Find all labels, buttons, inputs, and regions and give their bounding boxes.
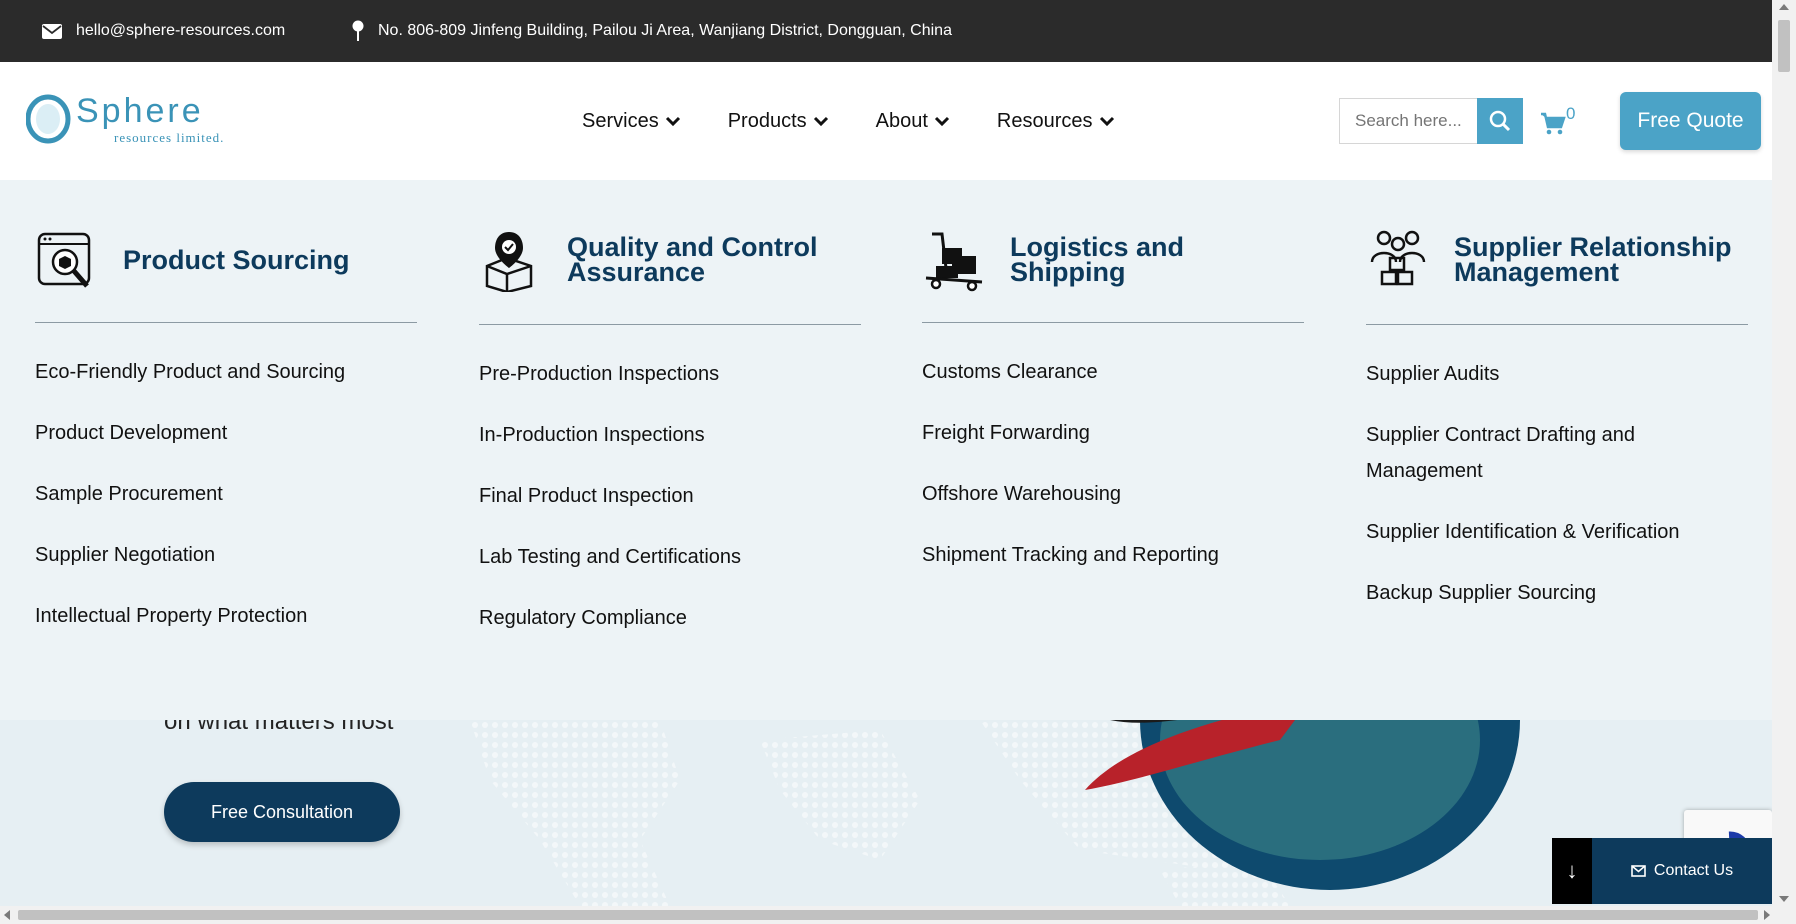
- chevron-down-icon: [1099, 116, 1114, 127]
- chevron-down-icon: [934, 116, 949, 127]
- column-title: Product Sourcing: [123, 244, 350, 275]
- column-header[interactable]: Logistics and Shipping: [922, 228, 1304, 318]
- divider: [922, 322, 1304, 323]
- nav-about[interactable]: About: [876, 110, 950, 133]
- menu-link[interactable]: Intellectual Property Protection: [35, 598, 417, 634]
- scroll-up-arrow[interactable]: [1779, 4, 1789, 10]
- menu-link[interactable]: Lab Testing and Certifications: [479, 539, 861, 575]
- site-header: Sphere resources limited. Services Produ…: [0, 62, 1772, 180]
- nav-label: About: [875, 109, 928, 132]
- free-quote-button[interactable]: Free Quote: [1620, 92, 1761, 150]
- column-header[interactable]: Supplier Relationship Management: [1366, 228, 1748, 318]
- scroll-thumb[interactable]: [1778, 20, 1790, 72]
- divider: [1366, 324, 1748, 325]
- sphere-logo-icon: [26, 94, 71, 144]
- column-title: Quality and Control Assurance: [567, 232, 818, 287]
- contact-us-label: Contact Us: [1653, 862, 1734, 879]
- services-mega-menu: Product Sourcing Eco-Friendly Product an…: [0, 180, 1772, 720]
- column-title: Logistics and Shipping: [1010, 232, 1185, 287]
- cart-count: 0: [1566, 104, 1576, 123]
- scroll-left-arrow[interactable]: [4, 910, 10, 920]
- menu-link[interactable]: In-Production Inspections: [479, 417, 861, 453]
- nav-products[interactable]: Products: [728, 110, 829, 133]
- logistics-icon: [925, 232, 983, 292]
- contact-us-button[interactable]: Contact Us: [1592, 838, 1772, 904]
- chevron-down-icon: [665, 116, 680, 127]
- nav-services[interactable]: Services: [582, 110, 681, 133]
- supplier-relationship-icon: [1370, 230, 1426, 286]
- column-title: Supplier Relationship Management: [1454, 232, 1732, 287]
- logo[interactable]: Sphere resources limited.: [26, 92, 226, 152]
- scroll-thumb[interactable]: [18, 910, 1758, 920]
- hero-subtitle-text: on what matters most: [164, 720, 394, 734]
- envelope-icon: [42, 23, 62, 39]
- menu-link[interactable]: Supplier Negotiation: [35, 537, 417, 573]
- menu-link[interactable]: Final Product Inspection: [479, 478, 861, 514]
- topbar-email[interactable]: hello@sphere-resources.com: [42, 0, 285, 62]
- menu-link[interactable]: Backup Supplier Sourcing: [1366, 575, 1748, 611]
- contact-widget[interactable]: ↓ Contact Us: [1552, 838, 1772, 904]
- column-links: Eco-Friendly Product and Sourcing Produc…: [35, 354, 417, 659]
- top-bar: hello@sphere-resources.com No. 806-809 J…: [0, 0, 1772, 62]
- search-input[interactable]: [1355, 111, 1475, 131]
- menu-link[interactable]: Pre-Production Inspections: [479, 356, 861, 392]
- menu-link[interactable]: Customs Clearance: [922, 354, 1304, 390]
- column-links: Supplier Audits Supplier Contract Drafti…: [1366, 356, 1748, 636]
- ship-image: [1085, 720, 1520, 890]
- logo-word: Sphere: [76, 92, 204, 130]
- menu-link[interactable]: Sample Procurement: [35, 476, 417, 512]
- menu-link[interactable]: Supplier Contract Drafting and Managemen…: [1366, 417, 1686, 489]
- menu-link[interactable]: Offshore Warehousing: [922, 476, 1304, 512]
- free-consultation-button[interactable]: Free Consultation: [164, 782, 400, 842]
- search-field[interactable]: [1339, 98, 1477, 144]
- topbar-address: No. 806-809 Jinfeng Building, Pailou Ji …: [352, 0, 952, 62]
- horizontal-scrollbar[interactable]: [0, 906, 1796, 924]
- menu-link[interactable]: Shipment Tracking and Reporting: [922, 537, 1304, 573]
- menu-link[interactable]: Supplier Identification & Verification: [1366, 514, 1748, 550]
- menu-link[interactable]: Regulatory Compliance: [479, 600, 861, 636]
- menu-link[interactable]: Freight Forwarding: [922, 415, 1304, 451]
- divider: [35, 322, 417, 323]
- column-header[interactable]: Quality and Control Assurance: [479, 228, 861, 318]
- column-links: Pre-Production Inspections In-Production…: [479, 356, 861, 661]
- menu-link[interactable]: Product Development: [35, 415, 417, 451]
- nav-resources[interactable]: Resources: [997, 110, 1115, 133]
- menu-link[interactable]: Supplier Audits: [1366, 356, 1748, 392]
- column-header[interactable]: Product Sourcing: [35, 228, 417, 318]
- divider: [479, 324, 861, 325]
- hero-section: on what matters most Free Consultation: [0, 720, 1772, 906]
- cart-button[interactable]: 0: [1540, 104, 1580, 140]
- quality-control-icon: [485, 232, 533, 292]
- collapse-arrow-icon[interactable]: ↓: [1552, 838, 1592, 904]
- search-icon: [1489, 110, 1511, 132]
- search-button[interactable]: [1477, 98, 1523, 144]
- vertical-scrollbar[interactable]: [1772, 0, 1796, 906]
- nav-label: Resources: [996, 109, 1093, 132]
- hero-subtitle: on what matters most: [164, 720, 464, 734]
- scroll-right-arrow[interactable]: [1764, 910, 1770, 920]
- envelope-icon: [1631, 865, 1646, 877]
- topbar-email-text[interactable]: hello@sphere-resources.com: [76, 22, 285, 40]
- scroll-down-arrow[interactable]: [1779, 896, 1789, 902]
- nav-label: Products: [727, 109, 807, 132]
- logo-tagline: resources limited.: [114, 130, 225, 145]
- cart-icon: [1541, 112, 1566, 135]
- column-links: Customs Clearance Freight Forwarding Off…: [922, 354, 1304, 598]
- main-nav: Services Products About Resources: [582, 62, 1162, 180]
- topbar-address-text: No. 806-809 Jinfeng Building, Pailou Ji …: [378, 22, 952, 39]
- menu-link[interactable]: Eco-Friendly Product and Sourcing: [35, 354, 417, 390]
- map-pin-icon: [352, 20, 364, 41]
- nav-label: Services: [582, 109, 659, 132]
- chevron-down-icon: [813, 116, 828, 127]
- product-sourcing-icon: [37, 232, 91, 288]
